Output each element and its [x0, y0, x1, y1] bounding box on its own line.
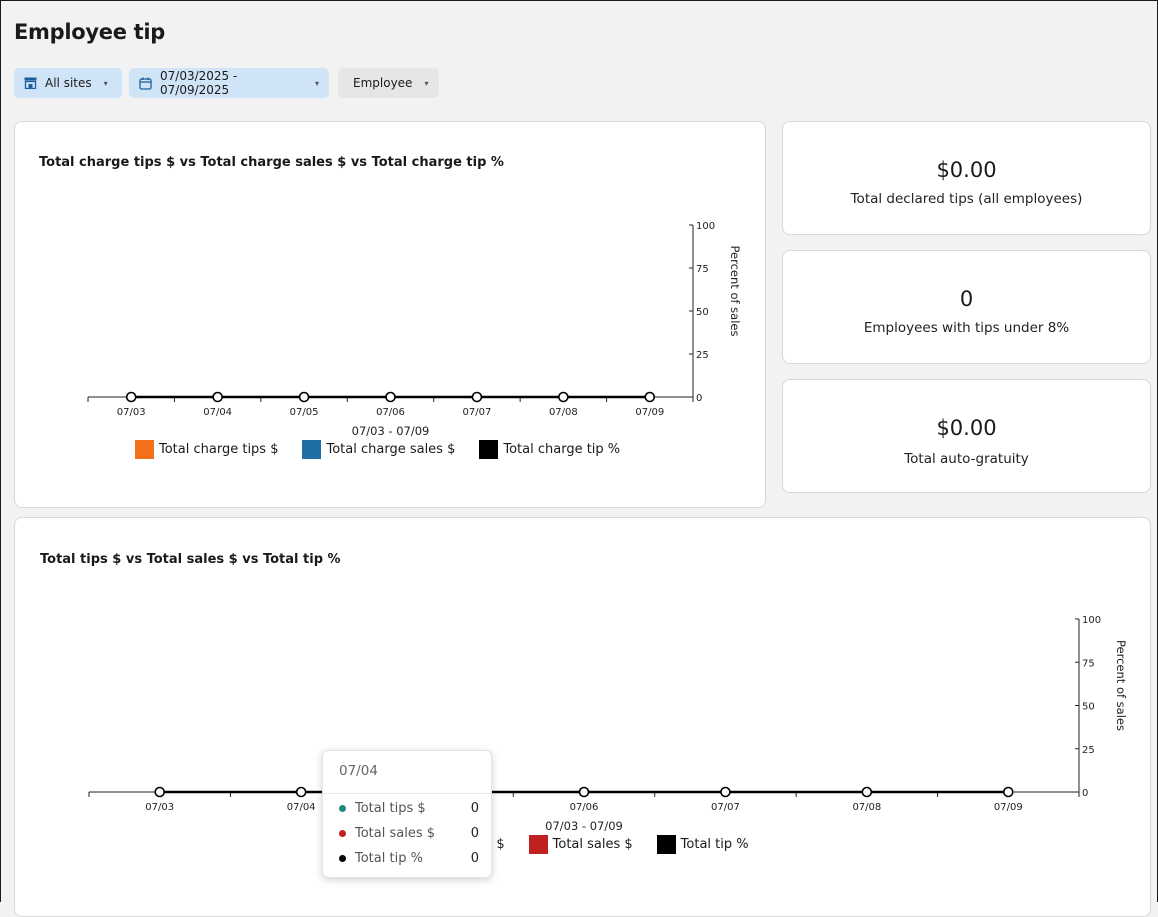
x-tick-label: 07/03	[145, 802, 174, 813]
legend-swatch	[135, 440, 154, 459]
data-point-marker	[385, 391, 396, 403]
legend-item[interactable]: Total tip %	[656, 835, 749, 854]
data-point-marker	[1002, 786, 1014, 798]
y2-tick-label: 50	[1082, 702, 1095, 713]
legend-label: Total charge sales $	[326, 442, 456, 457]
data-point-marker	[125, 391, 137, 403]
data-point-marker	[154, 786, 166, 798]
legend-item[interactable]: Total charge tip %	[479, 440, 620, 459]
x-tick-label: 07/03	[117, 407, 146, 418]
x-tick-label: 07/04	[203, 407, 232, 418]
series-dot	[339, 855, 346, 862]
legend-label: Total sales $	[552, 837, 633, 852]
x-tick-label: 07/09	[994, 802, 1023, 813]
x-tick-label: 07/07	[463, 407, 492, 418]
y2-tick-label: 50	[696, 307, 709, 318]
data-point-marker	[861, 786, 873, 798]
x-tick-label: 07/08	[549, 407, 578, 418]
tips-chart-card: Total tips $ vs Total sales $ vs Total t…	[14, 517, 1151, 917]
kpi-card-employees-under-8: 0 Employees with tips under 8%	[782, 250, 1151, 364]
legend-item[interactable]: Total charge sales $	[302, 440, 455, 459]
tooltip-row: Total tips $ 0	[339, 801, 479, 816]
x-tick-label: 07/06	[376, 407, 405, 418]
x-tick-label: 07/07	[711, 802, 740, 813]
x-axis-title: 07/03 - 07/09	[545, 819, 623, 833]
y2-tick-label: 75	[1082, 658, 1095, 669]
legend-label: Total tip %	[680, 837, 749, 852]
y2-tick-label: 100	[1082, 615, 1101, 626]
y2-axis-title: Percent of sales	[728, 246, 742, 337]
calendar-icon	[139, 77, 152, 90]
y2-tick-label: 25	[1082, 745, 1095, 756]
tooltip-row-label: Total tips $	[355, 801, 426, 816]
kpi-value: $0.00	[936, 416, 997, 440]
kpi-label: Employees with tips under 8%	[863, 320, 1070, 336]
kpi-label: Total declared tips (all employees)	[850, 191, 1083, 207]
x-tick-label: 07/08	[852, 802, 881, 813]
legend-item[interactable]: Total sales $	[528, 835, 633, 854]
y2-tick-label: 25	[696, 350, 709, 361]
chevron-down-icon: ▾	[314, 78, 319, 88]
y2-tick-label: 100	[696, 221, 715, 232]
chart-legend: Total charge tips $ Total charge sales $…	[135, 440, 644, 459]
y2-axis-title: Percent of sales	[1114, 640, 1128, 731]
x-tick-label: 07/09	[635, 407, 664, 418]
chevron-down-icon: ▾	[424, 78, 429, 88]
tooltip-row-value: 0	[470, 851, 479, 866]
date-range-filter-button[interactable]: 07/03/2025 - 07/09/2025 ▾	[129, 68, 329, 98]
date-range-filter-label: 07/03/2025 - 07/09/2025	[160, 69, 238, 97]
sites-filter-button[interactable]: All sites ▾	[14, 68, 122, 98]
x-axis-title: 07/03 - 07/09	[352, 424, 430, 438]
tooltip-row-value: 0	[470, 826, 479, 841]
legend-swatch	[656, 835, 676, 854]
employee-filter-button[interactable]: Employee ▾	[338, 68, 439, 98]
x-tick-label: 07/04	[287, 802, 316, 813]
kpi-value: 0	[959, 287, 974, 311]
kpi-label: Total auto-gratuity	[904, 451, 1029, 467]
data-point-marker	[298, 391, 310, 403]
tooltip-row-value: 0	[470, 801, 479, 816]
legend-swatch	[479, 440, 499, 459]
legend-item[interactable]: Total charge tips $	[135, 440, 278, 459]
x-tick-label: 07/05	[290, 407, 319, 418]
y2-tick-label: 0	[1082, 788, 1088, 799]
data-point-marker	[212, 391, 223, 403]
data-point-marker	[295, 786, 307, 798]
y2-tick-label: 75	[696, 264, 709, 275]
sites-filter-label: All sites	[45, 76, 92, 90]
kpi-value: $0.00	[936, 158, 997, 182]
chevron-down-icon: ▾	[103, 78, 108, 88]
legend-label: Total charge tip %	[503, 442, 621, 457]
legend-swatch	[302, 440, 322, 459]
legend-swatch	[528, 835, 548, 854]
data-point-marker	[558, 391, 569, 403]
data-point-marker	[720, 786, 731, 798]
chart-tooltip: 07/04 Total tips $ 0 Total sales $ 0 Tot…	[322, 750, 492, 878]
employee-filter-label: Employee	[353, 76, 413, 90]
tooltip-row-label: Total tip %	[355, 851, 423, 866]
tooltip-row-label: Total sales $	[355, 826, 436, 841]
data-point-marker	[471, 391, 483, 403]
series-dot	[339, 805, 346, 812]
charge-tips-chart-card: Total charge tips $ vs Total charge sale…	[14, 121, 766, 508]
x-tick-label: 07/06	[570, 802, 599, 813]
tooltip-row: Total sales $ 0	[339, 826, 479, 841]
tooltip-header: 07/04	[339, 763, 378, 779]
page-title: Employee tip	[14, 20, 166, 44]
kpi-card-declared-tips: $0.00 Total declared tips (all employees…	[782, 121, 1151, 235]
data-point-marker	[578, 786, 590, 798]
series-dot	[339, 830, 346, 837]
store-icon	[24, 77, 37, 89]
tooltip-row: Total tip % 0	[339, 851, 479, 866]
data-point-marker	[644, 391, 656, 403]
y2-tick-label: 0	[696, 393, 702, 404]
kpi-card-auto-gratuity: $0.00 Total auto-gratuity	[782, 379, 1151, 493]
tooltip-divider	[323, 793, 491, 794]
legend-label: Total charge tips $	[159, 442, 279, 457]
